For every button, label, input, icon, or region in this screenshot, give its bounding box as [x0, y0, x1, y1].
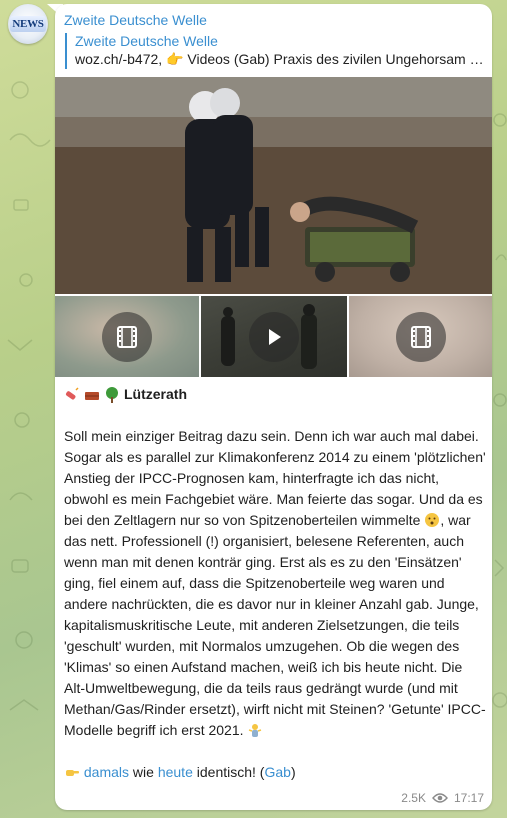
body-line: 'geschult' wurden, mit Normalos umzugehe…	[64, 638, 460, 654]
body-line: obwohl es mein Fachgebiet wäre. Man feie…	[64, 491, 483, 507]
headline: Lützerath	[64, 384, 489, 405]
link-damals[interactable]: damals	[84, 764, 129, 780]
firecracker-icon	[65, 386, 79, 400]
headline-text: Lützerath	[124, 386, 187, 402]
channel-name[interactable]: Zweite Deutsche Welle	[64, 12, 207, 28]
body-line: bei den Zeltlagern nur so von Spitzenobe…	[64, 512, 421, 528]
tree-icon	[106, 386, 118, 403]
view-count: 2.5K	[401, 791, 426, 805]
media-thumbnails	[55, 296, 492, 377]
forward-preview: woz.ch/-b472, 👉 Videos (Gab) Praxis des …	[75, 51, 485, 67]
body-line: 'Klimas' so einen Aufstand machen, weiß …	[64, 659, 463, 675]
message-footer: 2.5K 17:17	[401, 791, 484, 805]
message-text: Lützerath Soll mein einziger Beitrag daz…	[64, 384, 489, 783]
message-bubble: Zweite Deutsche Welle Zweite Deutsche We…	[55, 4, 492, 810]
body-paragraph: Soll mein einziger Beitrag dazu sein. De…	[64, 426, 489, 741]
play-icon[interactable]	[249, 311, 299, 362]
hushed-face-icon	[425, 513, 440, 527]
body-line: wenn man mit denen konträr ging. Erst al…	[64, 554, 462, 570]
video-thumbnail[interactable]	[55, 296, 199, 377]
eye-icon	[432, 793, 448, 803]
link-gab[interactable]: Gab	[264, 764, 290, 780]
body-line: Modelle begriff ich erst 2021.	[64, 722, 244, 738]
forward-source: Zweite Deutsche Welle	[75, 33, 218, 49]
body-line: andere nachrückten, die es davor nur in …	[64, 596, 479, 612]
news-logo-icon: NEWS	[10, 16, 46, 32]
pointing-hand-icon	[66, 770, 79, 776]
links-close: )	[290, 764, 296, 780]
film-icon[interactable]	[102, 311, 152, 362]
body-line: Soll mein einziger Beitrag dazu sein. De…	[64, 428, 479, 444]
video-thumbnail[interactable]	[349, 296, 492, 377]
link-heute[interactable]: heute	[158, 764, 193, 780]
links-line: damals wie heute identisch! (Gab)	[64, 762, 489, 783]
body-line: Sogar als es parallel zur Klimakonferenz…	[64, 449, 486, 465]
body-line: Methan/Gas/Rinder ersetzt), wirft nicht …	[64, 701, 486, 717]
shrug-person-icon	[249, 724, 262, 737]
body-line: Anstieg der IPCC-Prognosen kam, hinterfr…	[64, 470, 440, 486]
main-photo[interactable]	[55, 77, 492, 294]
forwarded-reply[interactable]: Zweite Deutsche Welle woz.ch/-b472, 👉 Vi…	[65, 33, 485, 69]
link-connector: wie	[132, 764, 154, 780]
video-thumbnail[interactable]	[201, 296, 347, 377]
body-line: , war	[440, 512, 471, 528]
body-line: ging, fiel einem auf, dass die Spitzenob…	[64, 575, 445, 591]
body-line: Alt-Umweltbewegung, die da teils raus ge…	[64, 680, 458, 696]
message-time: 17:17	[453, 791, 484, 805]
photo-scene	[55, 77, 492, 294]
links-tail: identisch! (	[196, 764, 265, 780]
film-icon[interactable]	[395, 311, 446, 362]
brick-icon	[85, 391, 99, 400]
body-line: kapitalismuskritische Leute, mit anderen…	[64, 617, 460, 633]
body-line: das nett. Professionell (!) organisiert,…	[64, 533, 465, 549]
channel-avatar[interactable]: NEWS	[8, 4, 48, 44]
